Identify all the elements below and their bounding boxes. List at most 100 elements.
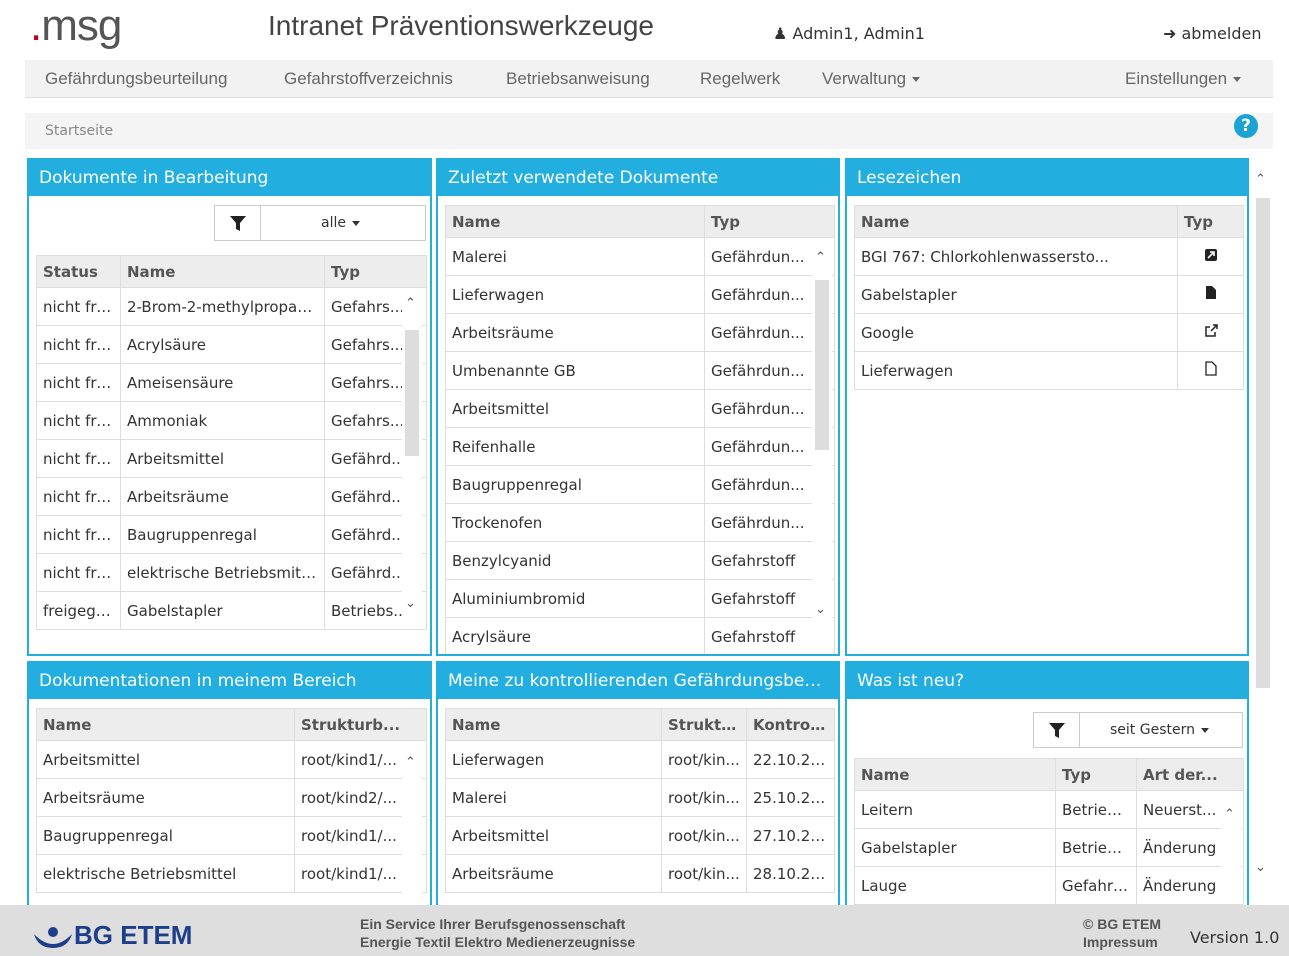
table-row[interactable]: Gabelstapler: [854, 275, 1244, 314]
panel-lesezeichen: Lesezeichen Name Typ BGI 767: Chlorkohlen…: [845, 158, 1249, 656]
nav-gefahrstoffverzeichnis[interactable]: Gefahrstoffverzeichnis: [284, 69, 453, 89]
panel-title: Was ist neu?: [847, 663, 1247, 699]
panel-was-ist-neu: Was ist neu? seit Gestern Name Typ Art der…: [845, 661, 1249, 911]
neu-table: Name Typ Art der... Leitern Betrieb... Neuer…: [854, 758, 1244, 905]
page-scrollbar[interactable]: ⌃ ⌄: [1252, 158, 1274, 903]
bg-etem-logo: BG ETEM: [32, 920, 192, 951]
panel-zuletzt-verwendet: Zuletzt verwendete Dokumente Name Typ Mal…: [436, 158, 840, 656]
nav-gefaehrdungsbeurteilung[interactable]: Gefährdungsbeurteilung: [45, 69, 227, 89]
table-row[interactable]: nicht fre... elektrische Betriebsmittel Ge…: [36, 553, 427, 592]
table-header: Status Name Typ: [36, 255, 427, 288]
table-row[interactable]: nicht fre... Acrylsäure Gefahrs...: [36, 325, 427, 364]
panel-title: Dokumente in Bearbeitung: [29, 160, 430, 196]
chevron-down-icon: [1233, 77, 1242, 83]
chevron-up-icon[interactable]: ⌃: [815, 250, 826, 265]
breadcrumb: Startseite: [25, 113, 1273, 149]
table-row[interactable]: Arbeitsmittel root/kind1/...: [36, 740, 427, 779]
table-row[interactable]: BGI 767: Chlorkohlenwassersto...: [854, 237, 1244, 276]
external-link-icon: [1204, 323, 1218, 342]
chevron-down-icon[interactable]: ⌄: [815, 602, 826, 617]
table-row[interactable]: freigege... Gabelstapler Betriebs...: [36, 591, 427, 630]
chevron-up-icon[interactable]: ⌃: [405, 755, 416, 770]
table-header: Name Typ: [854, 205, 1244, 238]
time-filter[interactable]: seit Gestern: [1033, 712, 1243, 748]
table-scrollbar[interactable]: ⌃: [402, 743, 422, 903]
user-name: Admin1, Admin1: [792, 24, 925, 43]
table-row[interactable]: nicht fre... Arbeitsmittel Gefährd...: [36, 439, 427, 478]
copyright-block: © BG ETEM Impressum: [1083, 915, 1161, 951]
table-row[interactable]: Baugruppenregal Gefährdun...: [445, 465, 835, 504]
table-row[interactable]: Lieferwagen: [854, 351, 1244, 390]
table-row[interactable]: Malerei root/kin... 25.10.20...: [445, 778, 835, 817]
panel-title: Dokumentationen in meinem Bereich: [29, 663, 430, 699]
table-row[interactable]: Umbenannte GB Gefährdun...: [445, 351, 835, 390]
impressum-link[interactable]: Impressum: [1083, 933, 1161, 951]
chevron-down-icon[interactable]: ⌄: [1255, 860, 1266, 875]
help-icon[interactable]: ?: [1234, 114, 1258, 138]
table-row[interactable]: Lieferwagen Gefährdun...: [445, 275, 835, 314]
table-row[interactable]: Gabelstapler Betrieb... Änderung: [854, 828, 1244, 867]
app-title: Intranet Präventionswerkzeuge: [268, 10, 654, 41]
breadcrumb-home[interactable]: Startseite: [45, 123, 113, 139]
table-row[interactable]: Arbeitsräume root/kin... 28.10.20...: [445, 854, 835, 893]
table-row[interactable]: Leitern Betrieb... Neuerst...: [854, 790, 1244, 829]
table-header: Name Struktu... Kontroll...: [445, 708, 835, 741]
table-row[interactable]: Arbeitsmittel root/kin... 27.10.20...: [445, 816, 835, 855]
version-label: Version 1.0: [1190, 928, 1280, 947]
table-row[interactable]: Arbeitsräume Gefährdun...: [445, 313, 835, 352]
nav-verwaltung[interactable]: Verwaltung: [822, 69, 921, 89]
table-row[interactable]: Malerei Gefährdun...: [445, 237, 835, 276]
chevron-up-icon[interactable]: ⌃: [1255, 172, 1266, 187]
nav-betriebsanweisung[interactable]: Betriebsanweisung: [506, 69, 650, 89]
table-row[interactable]: Acrylsäure Gefahrstoff: [445, 617, 835, 654]
chevron-down-icon[interactable]: ⌄: [405, 596, 416, 611]
table-row[interactable]: Arbeitsräume root/kind2/...: [36, 778, 427, 817]
table-row[interactable]: Benzylcyanid Gefahrstoff: [445, 541, 835, 580]
panel-title: Meine zu kontrollierenden Gefährdungsbeu…: [438, 663, 838, 699]
table-row[interactable]: nicht fre... Arbeitsräume Gefährd...: [36, 477, 427, 516]
table-row[interactable]: Aluminiumbromid Gefahrstoff: [445, 579, 835, 618]
panel-kontrolle: Meine zu kontrollierenden Gefährdungsbeu…: [436, 661, 840, 911]
nav-verwaltung-label: Verwaltung: [822, 69, 907, 88]
table-row[interactable]: nicht fre... Baugruppenregal Gefährd...: [36, 515, 427, 554]
logout-link[interactable]: ➜ abmelden: [1163, 24, 1261, 43]
bg-etem-emblem-icon: [34, 927, 72, 949]
logout-label: abmelden: [1181, 24, 1262, 43]
table-row[interactable]: Arbeitsmittel Gefährdun...: [445, 389, 835, 428]
table-scrollbar[interactable]: ⌃ ⌄: [812, 238, 832, 628]
panel-title: Zuletzt verwendete Dokumente: [438, 160, 838, 196]
scrollbar-thumb[interactable]: [405, 330, 419, 456]
status-filter[interactable]: alle: [214, 205, 426, 241]
msg-logo: .msg: [30, 1, 122, 50]
table-row[interactable]: nicht fre... Ammoniak Gefahrs...: [36, 401, 427, 440]
table-row[interactable]: elektrische Betriebsmittel root/kind1/...: [36, 854, 427, 893]
chevron-up-icon[interactable]: ⌃: [1224, 807, 1235, 822]
table-header: Name Typ: [445, 205, 835, 238]
table-row[interactable]: Baugruppenregal root/kind1/...: [36, 816, 427, 855]
table-row[interactable]: Reifenhalle Gefährdun...: [445, 427, 835, 466]
service-text: Ein Service Ihrer Berufsgenossenschaft En…: [360, 916, 636, 950]
table-row[interactable]: nicht fre... Ameisensäure Gefahrs...: [36, 363, 427, 402]
table-row[interactable]: Lieferwagen root/kin... 22.10.20...: [445, 740, 835, 779]
filter-icon[interactable]: [215, 206, 261, 240]
chevron-up-icon[interactable]: ⌃: [405, 296, 416, 311]
table-row[interactable]: nicht fre... 2-Brom-2-methylpropans... Gef…: [36, 287, 427, 326]
filter-value[interactable]: alle: [321, 215, 360, 231]
panel-title: Lesezeichen: [847, 160, 1247, 196]
filter-value[interactable]: seit Gestern: [1110, 722, 1209, 738]
chevron-down-icon: [912, 77, 921, 83]
table-row[interactable]: Lauge Gefahrs... Änderung: [854, 866, 1244, 905]
table-row[interactable]: Trockenofen Gefährdun...: [445, 503, 835, 542]
panel-dokumentationen-bereich: Dokumentationen in meinem Bereich Name St…: [27, 661, 432, 911]
table-scrollbar[interactable]: ⌃: [1221, 793, 1241, 903]
scrollbar-thumb[interactable]: [1256, 198, 1270, 688]
scrollbar-thumb[interactable]: [815, 280, 829, 450]
nav-einstellungen[interactable]: Einstellungen: [1125, 69, 1242, 89]
table-scrollbar[interactable]: ⌃ ⌄: [402, 288, 422, 618]
filter-icon[interactable]: [1034, 713, 1080, 747]
nav-regelwerk[interactable]: Regelwerk: [700, 69, 780, 89]
panel-dokumente-in-bearbeitung: Dokumente in Bearbeitung alle Status Name…: [27, 158, 432, 656]
user-info[interactable]: ♟ Admin1, Admin1: [773, 24, 925, 43]
table-row[interactable]: Google: [854, 313, 1244, 352]
main-nav: Gefährdungsbeurteilung Gefahrstoffverzei…: [25, 60, 1273, 98]
